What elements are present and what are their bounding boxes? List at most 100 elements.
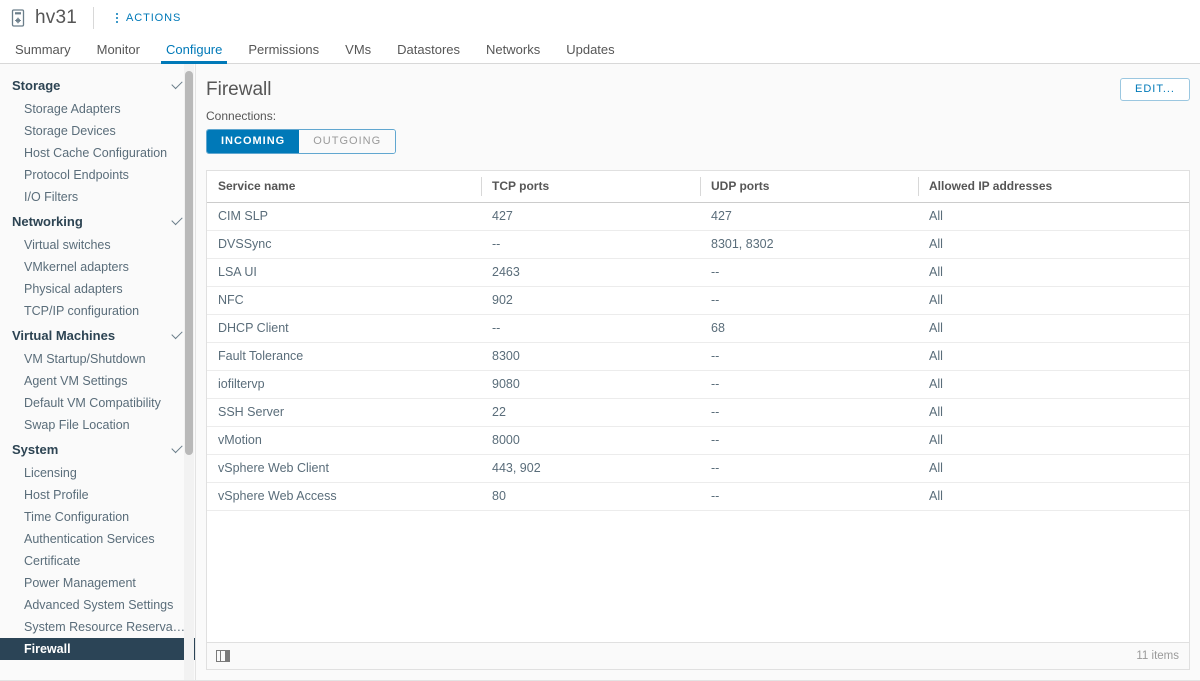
tab-monitor[interactable]: Monitor: [84, 36, 153, 63]
chevron-down-icon: [171, 327, 183, 340]
table-cell: --: [481, 314, 700, 343]
columns-icon[interactable]: [216, 650, 230, 662]
sidebar-item-storage-devices[interactable]: Storage Devices: [0, 120, 196, 142]
sidebar-item-authentication-services[interactable]: Authentication Services: [0, 528, 196, 550]
header-divider: [93, 7, 95, 29]
tab-permissions[interactable]: Permissions: [235, 36, 332, 63]
table-cell: SSH Server: [207, 398, 481, 427]
sidebar-item-host-cache-configuration[interactable]: Host Cache Configuration: [0, 142, 196, 164]
table-cell: 8301, 8302: [700, 230, 918, 259]
body: Storage Storage Adapters Storage Devices Ho…: [0, 64, 1200, 680]
firewall-table: Service name TCP ports UDP ports Allowed…: [207, 171, 1189, 511]
chevron-down-icon: [171, 213, 183, 226]
table-cell: 427: [481, 202, 700, 231]
sidebar-item-virtual-switches[interactable]: Virtual switches: [0, 234, 196, 256]
tab-datastores[interactable]: Datastores: [384, 36, 473, 63]
table-cell: All: [918, 482, 1189, 511]
nav-group-label: Storage: [12, 77, 61, 93]
table-cell: --: [700, 342, 918, 371]
sidebar-scrollbar-thumb[interactable]: [185, 71, 193, 455]
nav-group-virtual-machines[interactable]: Virtual Machines: [0, 322, 196, 348]
sidebar-item-firewall[interactable]: Firewall: [0, 638, 196, 660]
sidebar-item-i-o-filters[interactable]: I/O Filters: [0, 186, 196, 208]
table-cell: All: [918, 230, 1189, 259]
table-cell: 427: [700, 202, 918, 231]
table-row[interactable]: iofiltervp 9080 -- All: [207, 370, 1189, 399]
sidebar-item-certificate[interactable]: Certificate: [0, 550, 196, 572]
nav-group-system[interactable]: System: [0, 436, 196, 462]
table-cell: All: [918, 342, 1189, 371]
actions-menu-button[interactable]: ACTIONS: [108, 8, 185, 28]
segment-incoming[interactable]: INCOMING: [207, 130, 300, 153]
sidebar-item-vm-startup-shutdown[interactable]: VM Startup/Shutdown: [0, 348, 196, 370]
sidebar-item-power-management[interactable]: Power Management: [0, 572, 196, 594]
sidebar-item-protocol-endpoints[interactable]: Protocol Endpoints: [0, 164, 196, 186]
table-cell: iofiltervp: [207, 370, 481, 399]
table-row[interactable]: NFC 902 -- All: [207, 286, 1189, 315]
main-title-row: Firewall EDIT...: [206, 78, 1190, 102]
table-cell: Fault Tolerance: [207, 342, 481, 371]
table-cell: DHCP Client: [207, 314, 481, 343]
table-cell: 443, 902: [481, 454, 700, 483]
sidebar-item-swap-file-location[interactable]: Swap File Location: [0, 414, 196, 436]
sidebar-item-host-profile[interactable]: Host Profile: [0, 484, 196, 506]
table-row[interactable]: SSH Server 22 -- All: [207, 398, 1189, 427]
chevron-down-icon: [171, 441, 183, 454]
sidebar-item-vmkernel-adapters[interactable]: VMkernel adapters: [0, 256, 196, 278]
sidebar-item-agent-vm-settings[interactable]: Agent VM Settings: [0, 370, 196, 392]
nav-group-networking[interactable]: Networking: [0, 208, 196, 234]
table-body: CIM SLP 427 427 All DVSSync -- 8301, 8302 All LS…: [207, 202, 1189, 511]
nav-group-label: Networking: [12, 213, 83, 229]
settings-sidebar: Storage Storage Adapters Storage Devices Ho…: [0, 64, 196, 680]
segment-outgoing[interactable]: OUTGOING: [299, 130, 396, 153]
tab-summary[interactable]: Summary: [2, 36, 84, 63]
edit-button[interactable]: EDIT...: [1119, 78, 1190, 101]
table-cell: --: [700, 370, 918, 399]
tab-networks[interactable]: Networks: [473, 36, 553, 63]
table-row[interactable]: LSA UI 2463 -- All: [207, 258, 1189, 287]
sidebar-item-system-resource-reservati[interactable]: System Resource Reservati...: [0, 616, 196, 638]
table-header-row: Service name TCP ports UDP ports Allowed…: [207, 171, 1189, 203]
tab-configure[interactable]: Configure: [153, 36, 235, 64]
actions-label: ACTIONS: [126, 12, 182, 24]
tab-vms[interactable]: VMs: [332, 36, 384, 63]
table-row[interactable]: Fault Tolerance 8300 -- All: [207, 342, 1189, 371]
column-header-tcp-ports[interactable]: TCP ports: [481, 171, 700, 203]
firewall-data-grid: Service name TCP ports UDP ports Allowed…: [206, 170, 1190, 670]
sidebar-item-default-vm-compatibility[interactable]: Default VM Compatibility: [0, 392, 196, 414]
sidebar-item-time-configuration[interactable]: Time Configuration: [0, 506, 196, 528]
table-row[interactable]: DHCP Client -- 68 All: [207, 314, 1189, 343]
table-row[interactable]: vSphere Web Access 80 -- All: [207, 482, 1189, 511]
page-title: hv31: [35, 7, 78, 28]
nav-group-storage[interactable]: Storage: [0, 72, 196, 98]
table-cell: 9080: [481, 370, 700, 399]
sidebar-item-advanced-system-settings[interactable]: Advanced System Settings: [0, 594, 196, 616]
kebab-icon: [112, 11, 122, 25]
table-cell: --: [700, 286, 918, 315]
connections-toggle-group: INCOMING OUTGOING: [206, 129, 397, 154]
sidebar-item-storage-adapters[interactable]: Storage Adapters: [0, 98, 196, 120]
table-cell: All: [918, 398, 1189, 427]
table-row[interactable]: CIM SLP 427 427 All: [207, 202, 1189, 231]
column-header-allowed-ip[interactable]: Allowed IP addresses: [918, 171, 1189, 203]
sidebar-item-physical-adapters[interactable]: Physical adapters: [0, 278, 196, 300]
table-row[interactable]: vSphere Web Client 443, 902 -- All: [207, 454, 1189, 483]
sidebar-item-licensing[interactable]: Licensing: [0, 462, 196, 484]
object-header: hv31 ACTIONS: [0, 0, 1200, 36]
sidebar-item-tcp-ip-configuration[interactable]: TCP/IP configuration: [0, 300, 196, 322]
table-cell: --: [700, 454, 918, 483]
table-row[interactable]: DVSSync -- 8301, 8302 All: [207, 230, 1189, 259]
connections-label: Connections:: [206, 109, 277, 123]
table-cell: All: [918, 426, 1189, 455]
column-header-udp-ports[interactable]: UDP ports: [700, 171, 918, 203]
table-cell: --: [700, 482, 918, 511]
nav-group-label: System: [12, 441, 59, 457]
table-row[interactable]: vMotion 8000 -- All: [207, 426, 1189, 455]
grid-footer: 11 items: [207, 642, 1189, 669]
table-cell: --: [481, 230, 700, 259]
column-header-service-name[interactable]: Service name: [207, 171, 481, 203]
table-head: Service name TCP ports UDP ports Allowed…: [207, 171, 1189, 203]
table-cell: DVSSync: [207, 230, 481, 259]
table-cell: All: [918, 370, 1189, 399]
tab-updates[interactable]: Updates: [553, 36, 627, 63]
